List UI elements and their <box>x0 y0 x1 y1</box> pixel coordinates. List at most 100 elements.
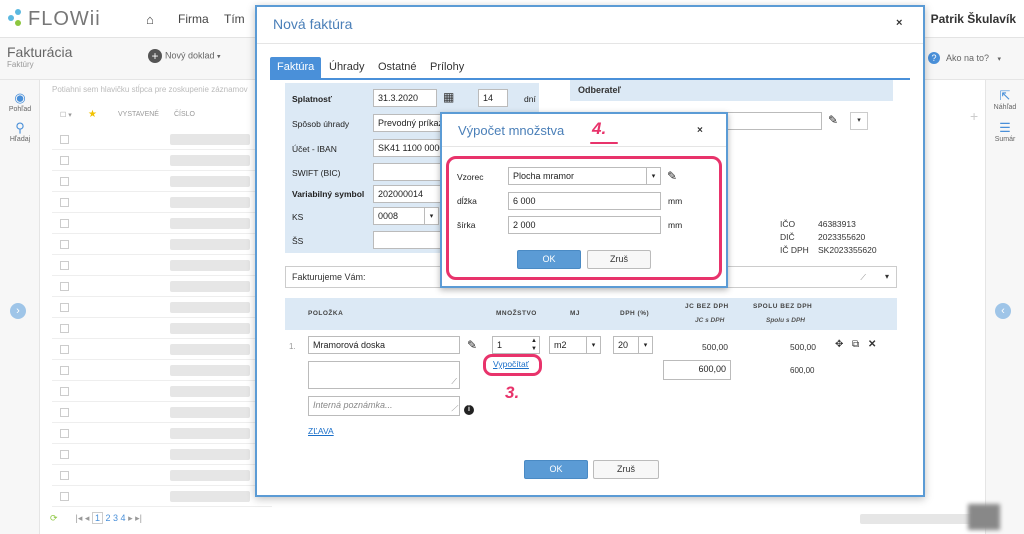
col-cislo[interactable]: ČÍSLO <box>174 111 195 118</box>
row-checkbox[interactable] <box>60 408 69 417</box>
table-row[interactable] <box>170 365 250 376</box>
select-all-checkbox[interactable]: ☐ ▾ <box>60 111 72 119</box>
eye-icon: ◉ <box>14 90 26 105</box>
highlight-ring-3 <box>483 354 542 376</box>
sposob-select[interactable]: Prevodný príkaz <box>373 114 443 132</box>
discount-link[interactable]: ZĽAVA <box>308 426 334 436</box>
preview-button[interactable]: ⇱ Náhľad <box>985 88 1024 111</box>
icdph-label: IČ DPH <box>780 245 809 255</box>
table-row[interactable] <box>170 449 250 460</box>
row-checkbox[interactable] <box>60 450 69 459</box>
nav-tim[interactable]: Tím <box>224 12 245 26</box>
row-checkbox[interactable] <box>60 135 69 144</box>
table-row[interactable] <box>170 344 250 355</box>
row-checkbox[interactable] <box>60 303 69 312</box>
table-row[interactable] <box>170 134 250 145</box>
cancel-button[interactable]: Zruš <box>593 460 659 479</box>
table-row[interactable] <box>170 176 250 187</box>
table-row[interactable] <box>170 386 250 397</box>
table-row[interactable] <box>170 155 250 166</box>
star-icon[interactable]: ★ <box>88 109 97 120</box>
note-input[interactable]: Interná poznámka... ⟋ <box>308 396 460 416</box>
table-row[interactable] <box>170 323 250 334</box>
search-icon: ⚲ <box>15 120 25 135</box>
table-row[interactable] <box>170 239 250 250</box>
table-row[interactable] <box>170 470 250 481</box>
table-row[interactable] <box>170 491 250 502</box>
tab-ostatne[interactable]: Ostatné <box>371 57 424 79</box>
dialog-title: Výpočet množstva <box>458 123 565 138</box>
edit-item-icon[interactable]: ✎ <box>467 338 477 352</box>
row-checkbox[interactable] <box>60 240 69 249</box>
table-row[interactable] <box>170 197 250 208</box>
ok-button[interactable]: OK <box>524 460 588 479</box>
expand-left-icon[interactable]: › <box>10 303 26 319</box>
table-row[interactable] <box>170 260 250 271</box>
customer-input[interactable] <box>720 112 822 130</box>
collapse-right-icon[interactable]: ‹ <box>995 303 1011 319</box>
row-checkbox[interactable] <box>60 345 69 354</box>
swift-input[interactable] <box>373 163 443 181</box>
calendar-icon[interactable]: ▦ <box>443 90 454 104</box>
row-checkbox[interactable] <box>60 177 69 186</box>
delete-icon[interactable]: ✕ <box>868 339 876 350</box>
row-checkbox[interactable] <box>60 366 69 375</box>
view-button[interactable]: ◉ Pohľad <box>0 90 40 113</box>
copy-icon[interactable]: ⧉ <box>852 339 859 350</box>
row-checkbox[interactable] <box>60 261 69 270</box>
customer-dropdown-icon[interactable]: ▾ <box>850 112 868 130</box>
table-row[interactable] <box>170 281 250 292</box>
user-name[interactable]: Patrik Škulavík <box>931 12 1016 26</box>
row-checkbox[interactable] <box>60 219 69 228</box>
dialog-close-icon[interactable]: × <box>697 125 703 136</box>
mj-select[interactable]: m2 ▾ <box>549 336 601 354</box>
tab-uhrady[interactable]: Úhrady <box>322 57 371 79</box>
new-document-button[interactable]: + Nový doklad ▾ <box>148 49 221 63</box>
help-button[interactable]: ? Ako na to? ▾ <box>928 52 1001 64</box>
vs-input[interactable]: 202000014 <box>373 185 443 203</box>
row-checkbox[interactable] <box>60 198 69 207</box>
row-checkbox[interactable] <box>60 429 69 438</box>
splatnost-input[interactable]: 31.3.2020 <box>373 89 437 107</box>
plus-icon: + <box>148 49 162 63</box>
modal-close-icon[interactable]: × <box>896 17 902 29</box>
item-description[interactable]: ⟋ <box>308 361 460 389</box>
add-icon[interactable]: + <box>970 108 978 124</box>
qty-stepper[interactable]: ▲ ▼ <box>531 337 537 353</box>
col-vystavene[interactable]: VYSTAVENÉ <box>118 111 159 118</box>
table-row-divider <box>52 212 272 213</box>
intro-dropdown-icon[interactable]: ▾ <box>885 272 889 281</box>
edit-customer-icon[interactable]: ✎ <box>828 113 838 127</box>
table-row[interactable] <box>170 428 250 439</box>
row-checkbox[interactable] <box>60 387 69 396</box>
move-icon[interactable]: ✥ <box>835 339 843 350</box>
info-icon[interactable]: i <box>464 405 474 415</box>
ss-input[interactable] <box>373 231 443 249</box>
summary-button[interactable]: ☰ Sumár <box>985 120 1024 143</box>
row-checkbox[interactable] <box>60 282 69 291</box>
table-row[interactable] <box>170 302 250 313</box>
tab-prilohy[interactable]: Prílohy <box>423 57 471 79</box>
item-name-input[interactable]: Mramorová doska <box>308 336 460 354</box>
tab-faktura[interactable]: Faktúra <box>270 57 322 79</box>
home-icon[interactable]: ⌂ <box>146 12 154 27</box>
row-checkbox[interactable] <box>60 492 69 501</box>
nav-firma[interactable]: Firma <box>178 12 209 26</box>
row-checkbox[interactable] <box>60 471 69 480</box>
qty-input[interactable]: 1 ▲ ▼ <box>492 336 540 354</box>
pager[interactable]: ⟳ |◂ ◂ 1 2 3 4 ▸ ▸| <box>50 512 142 524</box>
days-input[interactable]: 14 <box>478 89 508 107</box>
table-row[interactable] <box>170 407 250 418</box>
row-checkbox[interactable] <box>60 156 69 165</box>
row-checkbox[interactable] <box>60 324 69 333</box>
ks-select[interactable]: 0008 ▾ <box>373 207 439 225</box>
chevron-down-icon: ▾ <box>424 208 438 224</box>
dph-select[interactable]: 20 ▾ <box>613 336 653 354</box>
external-link-icon: ⇱ <box>999 88 1011 103</box>
refresh-icon[interactable]: ⟳ <box>50 513 58 523</box>
search-button[interactable]: ⚲ Hľadaj <box>0 120 40 143</box>
table-row[interactable] <box>170 218 250 229</box>
iban-input[interactable]: SK41 1100 0000 <box>373 139 443 157</box>
app-logo[interactable]: FLOWii <box>8 8 101 31</box>
jc-s-input[interactable]: 600,00 <box>663 360 731 380</box>
